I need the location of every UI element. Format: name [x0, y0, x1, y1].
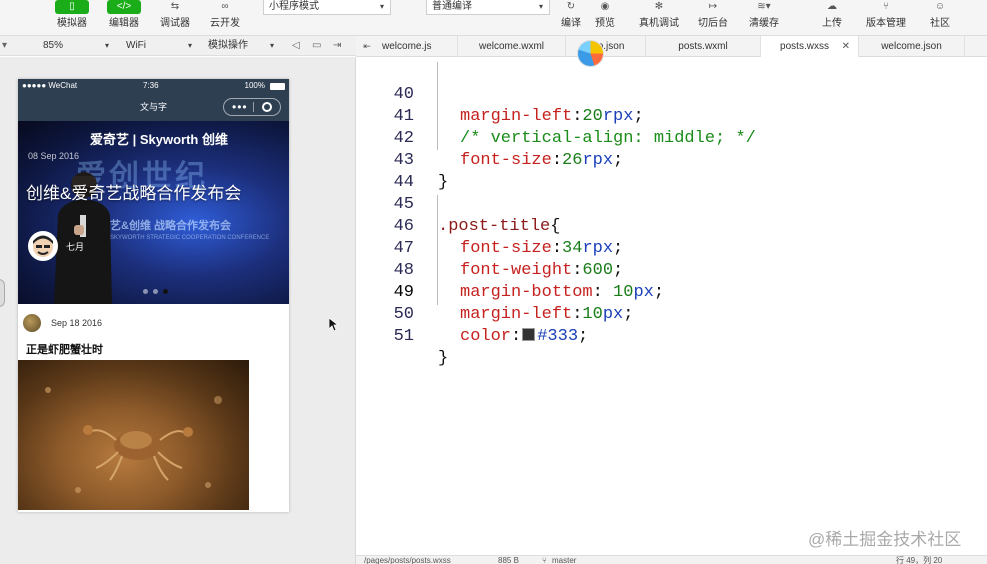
tab-welcome-wxml[interactable]: welcome.wxml	[458, 36, 566, 57]
post-avatar	[23, 314, 41, 332]
simulator-button[interactable]: ▯ 模拟器	[50, 0, 94, 34]
operation-select[interactable]: 模拟操作 ▾	[208, 38, 274, 54]
code-line: 50 color: #333;	[393, 305, 589, 346]
remote-debug-button[interactable]: ✻ 真机调试	[637, 0, 681, 34]
close-icon[interactable]: ✕	[842, 36, 850, 57]
banner-title: 创维&爱奇艺战略合作发布会	[26, 184, 242, 203]
switch-icon: ↦	[708, 1, 718, 12]
tab-posts-wxml[interactable]: posts.wxml	[646, 36, 761, 57]
post-title: 正是虾肥蟹壮时	[26, 344, 103, 356]
background-button[interactable]: ↦ 切后台	[691, 0, 735, 34]
avatar-cartoon-icon	[33, 235, 53, 257]
mode-select[interactable]: 小程序模式 ▾	[263, 0, 391, 15]
link-icon: ∞	[221, 1, 229, 12]
close-mini-program-icon[interactable]	[262, 102, 272, 112]
post-image	[18, 360, 249, 510]
phone-status-bar: ●●●●● WeChat 7:36 100%	[18, 79, 289, 93]
chevron-down-icon: ▾	[379, 2, 384, 11]
code-icon: </>	[107, 0, 141, 14]
editor-tabs: ⇤ welcome.js welcome.wxml app.json posts…	[356, 36, 987, 57]
code-editor[interactable]: 40 margin-left:20rpx; 41 /* vertical-ali…	[356, 57, 987, 555]
layers-icon: ≋▾	[757, 1, 771, 12]
simulator-panel: ●●●●● WeChat 7:36 100% 文与字 ••• 爱奇艺 | Sky…	[0, 57, 356, 564]
phone-simulator: ●●●●● WeChat 7:36 100% 文与字 ••• 爱奇艺 | Sky…	[18, 79, 289, 512]
more-icon[interactable]: •••	[232, 93, 248, 121]
post-date: Sep 18 2016	[51, 318, 103, 328]
battery-icon	[270, 83, 285, 90]
branch-icon: ⑂	[542, 556, 547, 564]
detach-icon[interactable]: ⇥	[333, 38, 341, 54]
tab-welcome-js[interactable]: welcome.js	[378, 36, 458, 57]
cloud-upload-icon: ☁	[827, 1, 837, 12]
volume-icon[interactable]: ◁	[292, 38, 300, 54]
tab-welcome-json[interactable]: welcome.json	[859, 36, 965, 57]
clear-cache-button[interactable]: ≋▾ 清缓存	[742, 0, 786, 34]
chevron-down-icon: ▾	[538, 2, 543, 11]
split-editor-icon[interactable]: ⇤	[356, 36, 378, 57]
cloud-button[interactable]: ∞ 云开发	[203, 0, 247, 34]
bug-icon: ✻	[654, 1, 664, 12]
chat-icon: ☺	[934, 1, 946, 12]
recording-badge-icon	[577, 40, 604, 67]
code-line: 44	[393, 173, 414, 192]
banner-logo: 爱奇艺 | Skyworth 创维	[90, 132, 228, 147]
mouse-cursor-icon	[329, 318, 338, 331]
simulator-toolbar: ▾ 85% ▾ WiFi ▾ 模拟操作 ▾ ◁ ▭ ⇥	[0, 36, 356, 56]
code-line: 47 font-weight:600;	[393, 239, 624, 280]
zoom-select[interactable]: 85% ▾	[43, 38, 109, 54]
branch-icon: ⑂	[883, 1, 889, 12]
post-item[interactable]: Sep 18 2016 正是虾肥蟹壮时	[18, 304, 289, 512]
devtools-window: ▯ 模拟器 </> 编辑器 ⇆ 调试器 ∞ 云开发 小程序模式 ▾ 普通编译 ▾…	[0, 0, 987, 564]
swiper-banner[interactable]: 爱奇艺 | Skyworth 创维 爱创世纪 艺&创维 战略合作发布会 SKYW…	[18, 121, 289, 304]
editor-status-bar: /pages/posts/posts.wxss 885 B ⑂ master 行…	[356, 555, 987, 564]
swiper-indicator	[143, 289, 173, 295]
chevron-down-icon: ▾	[187, 41, 192, 50]
device-select[interactable]: ▾	[2, 38, 7, 54]
preview-button[interactable]: ◉ 预览	[583, 0, 627, 34]
main-toolbar: ▯ 模拟器 </> 编辑器 ⇆ 调试器 ∞ 云开发 小程序模式 ▾ 普通编译 ▾…	[0, 0, 987, 36]
code-line: 41 /* vertical-align: middle; */	[393, 107, 756, 148]
editor-button[interactable]: </> 编辑器	[102, 0, 146, 34]
code-line: 46 font-size:34rpx;	[393, 217, 624, 258]
code-line: 40 margin-left:20rpx;	[393, 85, 644, 126]
community-button[interactable]: ☺ 社区	[918, 0, 962, 34]
tab-posts-wxss[interactable]: posts.wxss ✕	[761, 36, 859, 57]
code-line: 43 }	[393, 151, 449, 192]
code-line: 42 font-size:26rpx;	[393, 129, 624, 170]
eye-icon: ◉	[600, 1, 610, 12]
crab-image	[45, 387, 222, 493]
chevron-down-icon: ▾	[104, 41, 109, 50]
menu-capsule[interactable]: •••	[223, 98, 281, 116]
phone-nav-bar: 文与字 •••	[18, 93, 289, 121]
code-line: 48 margin-bottom: 10px;	[393, 261, 665, 302]
chevron-down-icon: ▾	[269, 41, 274, 50]
version-button[interactable]: ⑂ 版本管理	[864, 0, 908, 34]
watermark: @稀土掘金技术社区	[808, 530, 962, 549]
debug-icon: ⇆	[170, 1, 180, 12]
network-select[interactable]: WiFi ▾	[126, 38, 192, 54]
resize-handle[interactable]	[0, 279, 5, 307]
author-avatar	[28, 231, 58, 261]
color-swatch[interactable]	[522, 328, 536, 341]
code-line-current: 49 margin-left:10px;	[393, 283, 634, 324]
compile-mode-select[interactable]: 普通编译 ▾	[426, 0, 550, 15]
upload-button[interactable]: ☁ 上传	[810, 0, 854, 34]
window-icon[interactable]: ▭	[312, 38, 321, 54]
code-line: 45 .post-title{	[393, 195, 561, 236]
code-line: 51 }	[393, 327, 449, 368]
debugger-button[interactable]: ⇆ 调试器	[153, 0, 197, 34]
phone-icon: ▯	[55, 0, 89, 14]
